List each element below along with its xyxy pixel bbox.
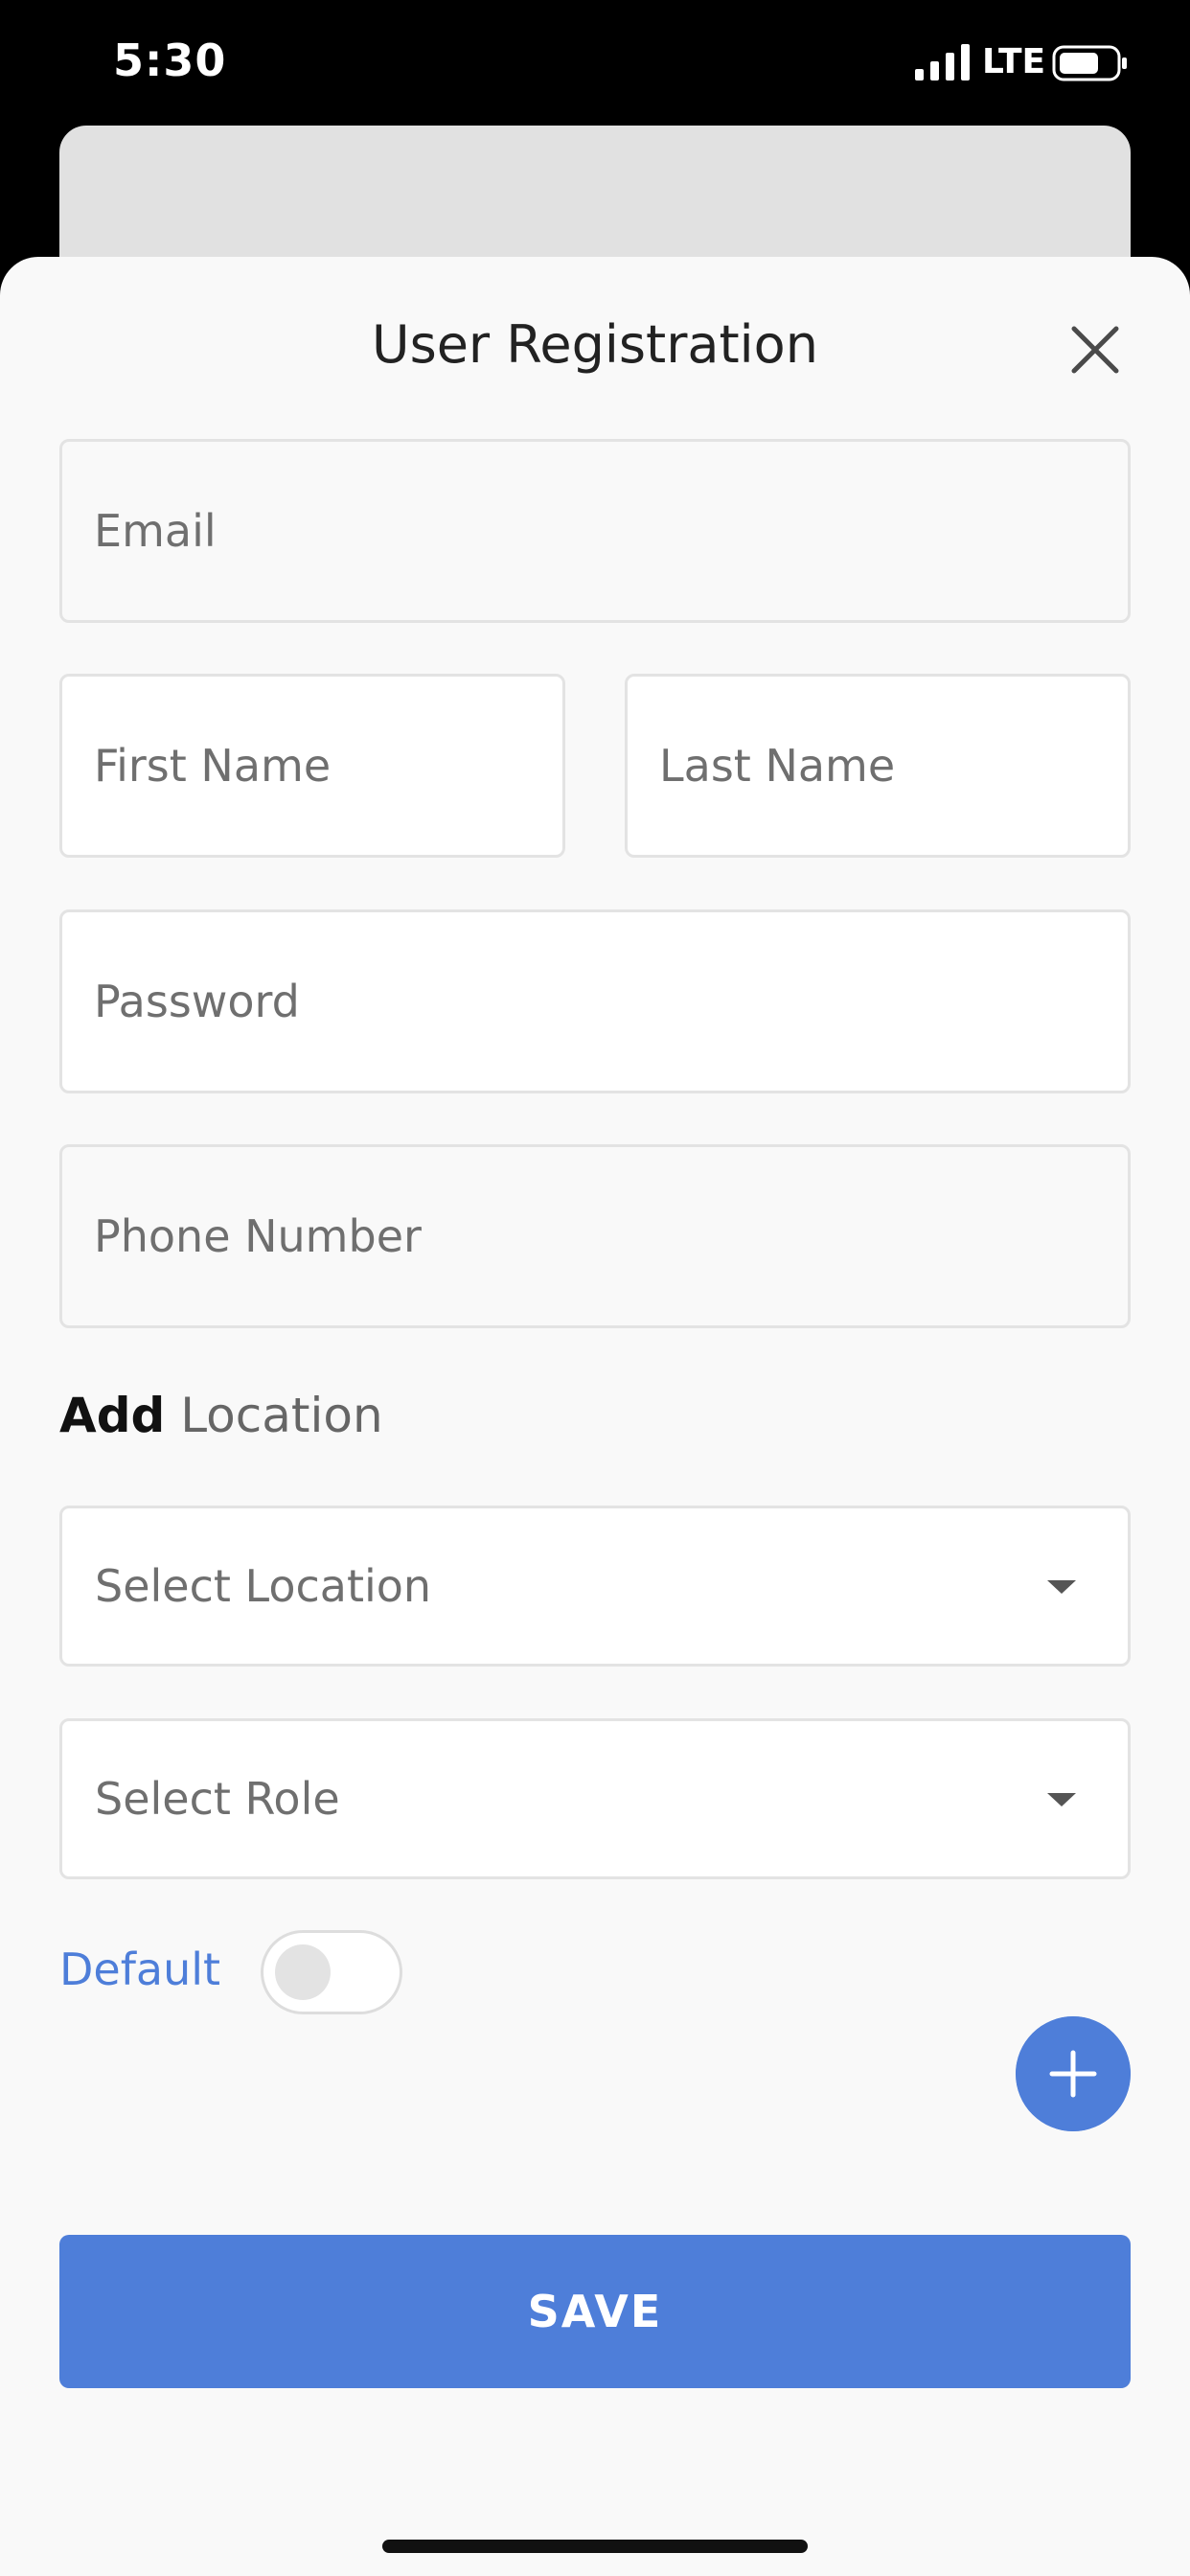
dropdown-arrow-icon [1047,1580,1076,1594]
location-select[interactable]: Select Location [59,1506,1131,1667]
email-input[interactable] [62,442,1128,620]
plus-icon[interactable] [1016,2016,1131,2131]
default-toggle[interactable] [261,1930,402,2014]
dropdown-arrow-icon [1047,1793,1076,1806]
battery-icon [1052,45,1127,81]
last-name-input[interactable] [628,677,1128,855]
last-name-field [625,674,1131,858]
cellular-signal-icon [915,44,970,80]
page-title: User Registration [372,314,818,375]
add-location-heading-strong: Add [59,1388,166,1443]
default-label: Default [59,1944,221,1995]
role-select[interactable]: Select Role [59,1718,1131,1879]
status-bar: 5:30 LTE [0,0,1190,126]
status-time: 5:30 [113,34,227,86]
phone-number-input[interactable] [62,1147,1128,1325]
location-select-value: Select Location [95,1560,432,1612]
close-icon[interactable] [1065,320,1125,380]
phone-number-field [59,1144,1131,1328]
network-type-label: LTE [982,42,1046,81]
email-field [59,439,1131,623]
role-select-value: Select Role [95,1773,340,1825]
first-name-field [59,674,565,858]
registration-sheet: User Registration Add Location Select Lo… [0,257,1190,2576]
screen: 5:30 LTE User Registration Email First N… [0,0,1190,2576]
save-button[interactable]: SAVE [59,2235,1131,2388]
password-input[interactable] [62,912,1128,1091]
add-location-heading-light: Location [180,1388,383,1443]
first-name-input[interactable] [62,677,562,855]
password-field [59,909,1131,1093]
home-indicator [382,2540,808,2553]
add-location-heading: Add Location [59,1388,383,1443]
toggle-knob [275,1944,331,2000]
